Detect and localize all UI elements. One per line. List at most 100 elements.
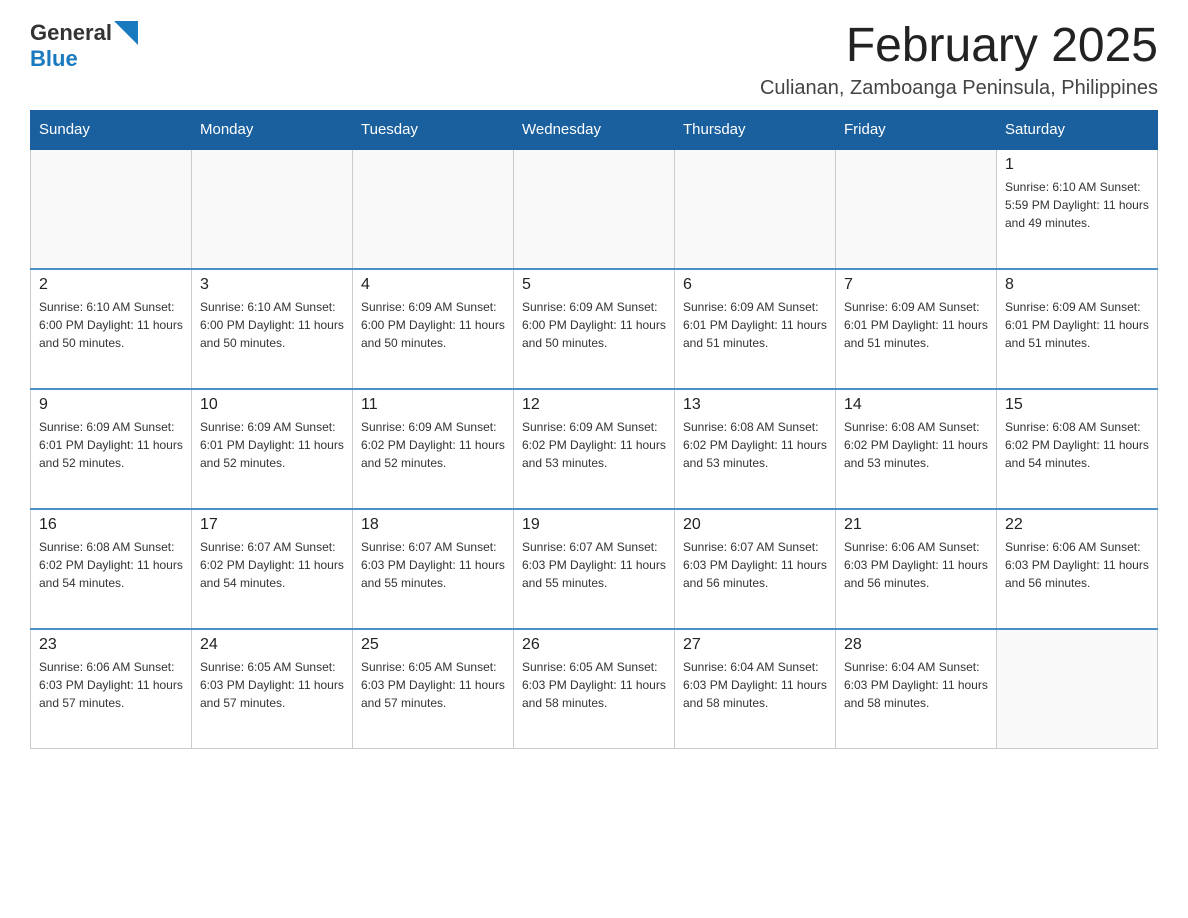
day-number: 20 (683, 516, 827, 534)
day-number: 17 (200, 516, 344, 534)
day-info: Sunrise: 6:10 AM Sunset: 6:00 PM Dayligh… (39, 298, 183, 352)
day-number: 27 (683, 636, 827, 654)
day-number: 15 (1005, 396, 1149, 414)
day-number: 16 (39, 516, 183, 534)
day-info: Sunrise: 6:04 AM Sunset: 6:03 PM Dayligh… (683, 658, 827, 712)
day-info: Sunrise: 6:10 AM Sunset: 5:59 PM Dayligh… (1005, 178, 1149, 232)
day-info: Sunrise: 6:08 AM Sunset: 6:02 PM Dayligh… (844, 418, 988, 472)
calendar-week-3: 9 Sunrise: 6:09 AM Sunset: 6:01 PM Daylig… (31, 389, 1158, 509)
calendar-cell: 15 Sunrise: 6:08 AM Sunset: 6:02 PM Dayli… (997, 389, 1158, 509)
calendar-cell: 19Sunrise: 6:07 AM Sunset: 6:03 PM Dayli… (514, 509, 675, 629)
day-number: 23 (39, 636, 183, 654)
day-number: 8 (1005, 276, 1149, 294)
day-info: Sunrise: 6:09 AM Sunset: 6:01 PM Dayligh… (683, 298, 827, 352)
day-number: 14 (844, 396, 988, 414)
weekday-header-saturday: Saturday (997, 110, 1158, 149)
calendar-week-5: 23Sunrise: 6:06 AM Sunset: 6:03 PM Dayli… (31, 629, 1158, 749)
day-info: Sunrise: 6:09 AM Sunset: 6:01 PM Dayligh… (844, 298, 988, 352)
day-number: 6 (683, 276, 827, 294)
calendar-cell: 16 Sunrise: 6:08 AM Sunset: 6:02 PM Dayli… (31, 509, 192, 629)
day-number: 22 (1005, 516, 1149, 534)
day-info: Sunrise: 6:05 AM Sunset: 6:03 PM Dayligh… (361, 658, 505, 712)
calendar-cell: 14 Sunrise: 6:08 AM Sunset: 6:02 PM Dayli… (836, 389, 997, 509)
day-info: Sunrise: 6:07 AM Sunset: 6:03 PM Dayligh… (683, 538, 827, 592)
day-info: Sunrise: 6:08 AM Sunset: 6:02 PM Dayligh… (39, 538, 183, 592)
calendar-cell: 21 Sunrise: 6:06 AM Sunset: 6:03 PM Dayli… (836, 509, 997, 629)
calendar-cell: 22 Sunrise: 6:06 AM Sunset: 6:03 PM Dayli… (997, 509, 1158, 629)
day-number: 12 (522, 396, 666, 414)
calendar-cell: 27 Sunrise: 6:04 AM Sunset: 6:03 PM Dayli… (675, 629, 836, 749)
day-info: Sunrise: 6:09 AM Sunset: 6:00 PM Dayligh… (361, 298, 505, 352)
day-info: Sunrise: 6:09 AM Sunset: 6:02 PM Dayligh… (522, 418, 666, 472)
day-info: Sunrise: 6:04 AM Sunset: 6:03 PM Dayligh… (844, 658, 988, 712)
logo-blue-text: Blue (30, 46, 78, 72)
day-info: Sunrise: 6:09 AM Sunset: 6:01 PM Dayligh… (1005, 298, 1149, 352)
weekday-header-friday: Friday (836, 110, 997, 149)
day-number: 24 (200, 636, 344, 654)
day-info: Sunrise: 6:06 AM Sunset: 6:03 PM Dayligh… (1005, 538, 1149, 592)
calendar-cell (353, 149, 514, 269)
day-number: 5 (522, 276, 666, 294)
day-info: Sunrise: 6:09 AM Sunset: 6:00 PM Dayligh… (522, 298, 666, 352)
day-info: Sunrise: 6:07 AM Sunset: 6:03 PM Dayligh… (522, 538, 666, 592)
calendar-cell (675, 149, 836, 269)
day-info: Sunrise: 6:06 AM Sunset: 6:03 PM Dayligh… (844, 538, 988, 592)
calendar-cell: 7 Sunrise: 6:09 AM Sunset: 6:01 PM Daylig… (836, 269, 997, 389)
calendar-cell: 18Sunrise: 6:07 AM Sunset: 6:03 PM Dayli… (353, 509, 514, 629)
day-number: 11 (361, 396, 505, 414)
calendar-cell (31, 149, 192, 269)
day-number: 13 (683, 396, 827, 414)
title-section: February 2025 Culianan, Zamboanga Penins… (760, 20, 1158, 100)
calendar-cell: 4 Sunrise: 6:09 AM Sunset: 6:00 PM Daylig… (353, 269, 514, 389)
weekday-header-wednesday: Wednesday (514, 110, 675, 149)
day-info: Sunrise: 6:07 AM Sunset: 6:02 PM Dayligh… (200, 538, 344, 592)
day-number: 7 (844, 276, 988, 294)
day-number: 3 (200, 276, 344, 294)
calendar-cell: 2 Sunrise: 6:10 AM Sunset: 6:00 PM Daylig… (31, 269, 192, 389)
calendar-cell: 13Sunrise: 6:08 AM Sunset: 6:02 PM Dayli… (675, 389, 836, 509)
calendar-cell: 20 Sunrise: 6:07 AM Sunset: 6:03 PM Dayli… (675, 509, 836, 629)
day-number: 2 (39, 276, 183, 294)
day-info: Sunrise: 6:10 AM Sunset: 6:00 PM Dayligh… (200, 298, 344, 352)
calendar-week-4: 16 Sunrise: 6:08 AM Sunset: 6:02 PM Dayli… (31, 509, 1158, 629)
weekday-header-tuesday: Tuesday (353, 110, 514, 149)
day-info: Sunrise: 6:09 AM Sunset: 6:01 PM Dayligh… (39, 418, 183, 472)
day-number: 9 (39, 396, 183, 414)
page-header: General Blue February 2025 Culianan, Zam… (30, 20, 1158, 100)
day-number: 1 (1005, 156, 1149, 174)
weekday-header-sunday: Sunday (31, 110, 192, 149)
day-number: 26 (522, 636, 666, 654)
logo: General Blue (30, 20, 138, 72)
weekday-header-row: SundayMondayTuesdayWednesdayThursdayFrid… (31, 110, 1158, 149)
logo-general-text: General (30, 20, 112, 46)
calendar-cell: 12 Sunrise: 6:09 AM Sunset: 6:02 PM Dayli… (514, 389, 675, 509)
month-title: February 2025 (760, 20, 1158, 73)
weekday-header-thursday: Thursday (675, 110, 836, 149)
day-number: 18 (361, 516, 505, 534)
calendar-cell: 1 Sunrise: 6:10 AM Sunset: 5:59 PM Daylig… (997, 149, 1158, 269)
calendar-cell: 25Sunrise: 6:05 AM Sunset: 6:03 PM Dayli… (353, 629, 514, 749)
calendar-week-1: 1 Sunrise: 6:10 AM Sunset: 5:59 PM Daylig… (31, 149, 1158, 269)
calendar-cell: 9 Sunrise: 6:09 AM Sunset: 6:01 PM Daylig… (31, 389, 192, 509)
day-number: 10 (200, 396, 344, 414)
calendar-cell: 10Sunrise: 6:09 AM Sunset: 6:01 PM Dayli… (192, 389, 353, 509)
day-number: 4 (361, 276, 505, 294)
day-number: 21 (844, 516, 988, 534)
calendar-table: SundayMondayTuesdayWednesdayThursdayFrid… (30, 110, 1158, 750)
calendar-cell: 5 Sunrise: 6:09 AM Sunset: 6:00 PM Daylig… (514, 269, 675, 389)
day-info: Sunrise: 6:05 AM Sunset: 6:03 PM Dayligh… (522, 658, 666, 712)
calendar-cell (514, 149, 675, 269)
calendar-cell: 6 Sunrise: 6:09 AM Sunset: 6:01 PM Daylig… (675, 269, 836, 389)
day-info: Sunrise: 6:08 AM Sunset: 6:02 PM Dayligh… (1005, 418, 1149, 472)
calendar-cell: 17 Sunrise: 6:07 AM Sunset: 6:02 PM Dayli… (192, 509, 353, 629)
calendar-cell: 26 Sunrise: 6:05 AM Sunset: 6:03 PM Dayli… (514, 629, 675, 749)
calendar-cell (836, 149, 997, 269)
calendar-cell: 3 Sunrise: 6:10 AM Sunset: 6:00 PM Daylig… (192, 269, 353, 389)
day-number: 28 (844, 636, 988, 654)
calendar-week-2: 2 Sunrise: 6:10 AM Sunset: 6:00 PM Daylig… (31, 269, 1158, 389)
calendar-cell: 23Sunrise: 6:06 AM Sunset: 6:03 PM Dayli… (31, 629, 192, 749)
calendar-cell: 11Sunrise: 6:09 AM Sunset: 6:02 PM Dayli… (353, 389, 514, 509)
calendar-cell (997, 629, 1158, 749)
weekday-header-monday: Monday (192, 110, 353, 149)
day-info: Sunrise: 6:05 AM Sunset: 6:03 PM Dayligh… (200, 658, 344, 712)
